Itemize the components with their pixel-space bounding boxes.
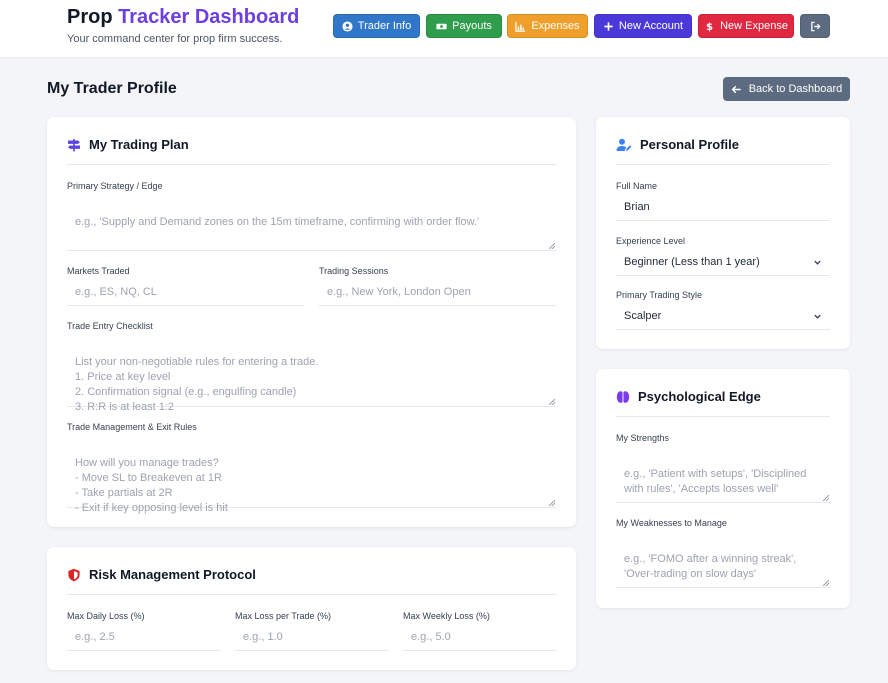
- risk-management-title: Risk Management Protocol: [89, 567, 256, 582]
- expenses-button[interactable]: Expenses: [507, 14, 588, 38]
- payouts-button[interactable]: Payouts: [426, 14, 502, 38]
- brand-tagline: Your command center for prop firm succes…: [67, 33, 283, 45]
- dollar-icon: $: [706, 22, 713, 32]
- trading-plan-title: My Trading Plan: [89, 137, 189, 152]
- max-daily-loss-label: Max Daily Loss (%): [67, 611, 145, 621]
- sign-out-icon: [810, 21, 821, 31]
- markets-input[interactable]: e.g., ES, NQ, CL: [67, 279, 304, 306]
- strengths-textarea[interactable]: e.g., 'Patient with setups', 'Discipline…: [616, 446, 830, 503]
- full-name-value: Brian: [624, 201, 650, 213]
- resize-grip-icon[interactable]: [823, 495, 829, 501]
- checklist-textarea[interactable]: List your non-negotiable rules for enter…: [67, 334, 556, 413]
- max-daily-loss-input[interactable]: e.g., 2.5: [67, 624, 220, 651]
- max-weekly-loss-input[interactable]: e.g., 5.0: [403, 624, 556, 651]
- chevron-down-icon: [814, 314, 821, 319]
- strategy-placeholder: e.g., 'Supply and Demand zones on the 15…: [75, 216, 480, 228]
- full-name-label: Full Name: [616, 181, 658, 191]
- personal-profile-card: Personal Profile Full Name Brian Experie…: [596, 117, 850, 349]
- trader-info-button[interactable]: Trader Info: [333, 14, 420, 38]
- brand-accent: Tracker Dashboard: [118, 6, 300, 28]
- max-weekly-loss-placeholder: e.g., 5.0: [411, 631, 451, 643]
- money-icon: [436, 23, 447, 29]
- back-to-dashboard-button[interactable]: Back to Dashboard: [723, 77, 850, 101]
- resize-grip-icon[interactable]: [549, 243, 555, 249]
- expenses-label: Expenses: [531, 20, 580, 32]
- back-to-dashboard-label: Back to Dashboard: [748, 83, 843, 95]
- psychological-edge-header: Psychological Edge: [616, 389, 830, 417]
- arrow-left-icon: [731, 85, 741, 93]
- management-placeholder: How will you manage trades? - Move SL to…: [75, 457, 228, 514]
- max-loss-per-trade-input[interactable]: e.g., 1.0: [235, 624, 388, 651]
- max-weekly-loss-label: Max Weekly Loss (%): [403, 611, 490, 621]
- page-title: My Trader Profile: [47, 80, 177, 97]
- new-account-label: New Account: [618, 20, 684, 32]
- plus-icon: [604, 21, 613, 31]
- max-loss-per-trade-label: Max Loss per Trade (%): [235, 611, 332, 621]
- psychological-edge-title: Psychological Edge: [638, 389, 761, 404]
- trading-style-label: Primary Trading Style: [616, 290, 703, 300]
- resize-grip-icon[interactable]: [823, 580, 829, 586]
- shield-icon: [68, 568, 80, 582]
- max-daily-loss-placeholder: e.g., 2.5: [75, 631, 115, 643]
- risk-management-card: Risk Management Protocol Max Daily Loss …: [47, 547, 576, 670]
- markets-label: Markets Traded: [67, 266, 130, 276]
- payouts-label: Payouts: [452, 20, 492, 32]
- risk-management-header: Risk Management Protocol: [67, 567, 556, 595]
- management-textarea[interactable]: How will you manage trades? - Move SL to…: [67, 435, 556, 514]
- max-loss-per-trade-placeholder: e.g., 1.0: [243, 631, 283, 643]
- chart-bar-icon: [515, 21, 526, 32]
- sessions-input[interactable]: e.g., New York, London Open: [319, 279, 556, 306]
- trading-plan-header: My Trading Plan: [67, 137, 556, 165]
- top-header: Prop Tracker Dashboard Your command cent…: [0, 0, 888, 57]
- checklist-label: Trade Entry Checklist: [67, 321, 153, 331]
- psychological-edge-card: Psychological Edge My Strengths e.g., 'P…: [596, 369, 850, 608]
- new-account-button[interactable]: New Account: [594, 14, 692, 38]
- svg-text:$: $: [706, 22, 713, 32]
- strategy-textarea[interactable]: e.g., 'Supply and Demand zones on the 15…: [67, 194, 556, 251]
- trader-info-label: Trader Info: [357, 20, 412, 32]
- brain-icon: [616, 391, 630, 403]
- weaknesses-placeholder: e.g., 'FOMO after a winning streak', 'Ov…: [624, 553, 797, 580]
- new-expense-label: New Expense: [720, 20, 788, 32]
- trading-plan-card: My Trading Plan Primary Strategy / Edge …: [47, 117, 576, 527]
- weaknesses-textarea[interactable]: e.g., 'FOMO after a winning streak', 'Ov…: [616, 531, 830, 588]
- resize-grip-icon[interactable]: [549, 500, 555, 506]
- brand-primary: Prop: [67, 6, 113, 28]
- signpost-icon: [68, 139, 80, 152]
- experience-level-select[interactable]: Beginner (Less than 1 year): [616, 249, 830, 276]
- full-name-input[interactable]: Brian: [616, 194, 830, 221]
- trading-style-value: Scalper: [624, 309, 662, 322]
- trading-style-select[interactable]: Scalper: [616, 303, 830, 330]
- sign-out-button[interactable]: [800, 14, 830, 38]
- sessions-label: Trading Sessions: [319, 266, 389, 276]
- chevron-down-icon: [814, 260, 821, 265]
- strategy-label: Primary Strategy / Edge: [67, 181, 163, 191]
- weaknesses-label: My Weaknesses to Manage: [616, 518, 727, 528]
- checklist-placeholder: List your non-negotiable rules for enter…: [75, 356, 319, 413]
- new-expense-button[interactable]: $ New Expense: [698, 14, 794, 38]
- sessions-placeholder: e.g., New York, London Open: [327, 286, 471, 298]
- personal-profile-header: Personal Profile: [616, 137, 830, 165]
- brand-title: Prop Tracker Dashboard: [67, 6, 299, 29]
- strengths-placeholder: e.g., 'Patient with setups', 'Discipline…: [624, 468, 807, 495]
- management-label: Trade Management & Exit Rules: [67, 422, 197, 432]
- resize-grip-icon[interactable]: [549, 399, 555, 405]
- user-edit-icon: [616, 138, 632, 151]
- strengths-label: My Strengths: [616, 433, 670, 443]
- experience-level-value: Beginner (Less than 1 year): [624, 255, 760, 268]
- user-circle-icon: [342, 20, 353, 32]
- experience-level-label: Experience Level: [616, 236, 686, 246]
- personal-profile-title: Personal Profile: [640, 137, 739, 152]
- markets-placeholder: e.g., ES, NQ, CL: [75, 286, 157, 298]
